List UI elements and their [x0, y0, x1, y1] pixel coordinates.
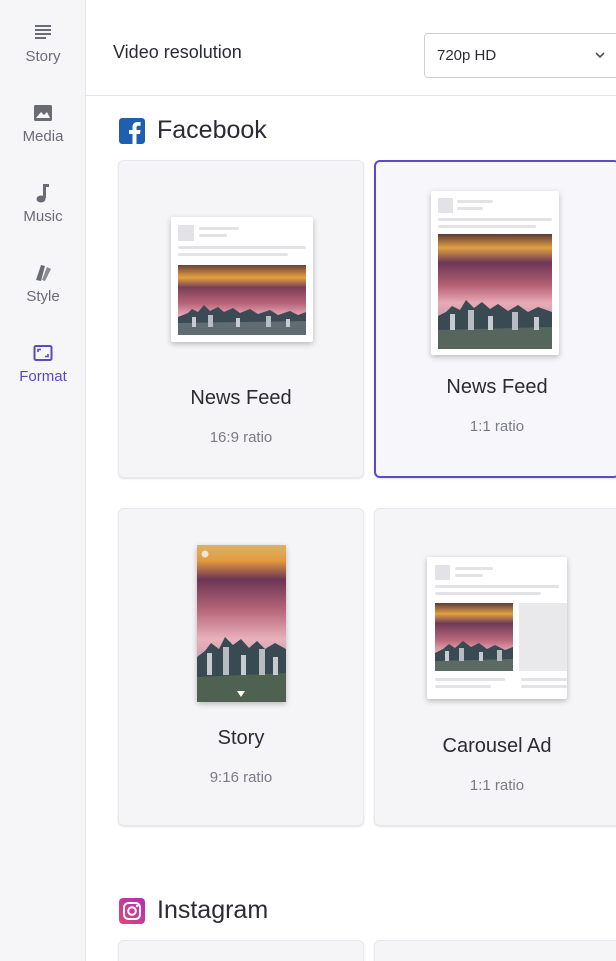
resolution-label: Video resolution — [113, 42, 242, 62]
sidebar: Story Media Music Style Format — [0, 0, 86, 961]
format-card-carousel-ad[interactable]: Carousel Ad 1:1 ratio — [374, 508, 616, 826]
card-ratio: 1:1 ratio — [469, 418, 525, 435]
image-icon — [34, 105, 52, 121]
card-ratio: 16:9 ratio — [209, 429, 273, 446]
sunset-photo — [197, 545, 286, 702]
sidebar-item-music[interactable]: Music — [0, 182, 86, 225]
sunset-photo — [178, 265, 306, 335]
sunset-photo — [438, 234, 552, 349]
sidebar-item-story[interactable]: Story — [0, 22, 86, 65]
sidebar-item-style[interactable]: Style — [0, 262, 86, 305]
sidebar-item-media[interactable]: Media — [0, 102, 86, 145]
card-name: Carousel Ad — [442, 735, 552, 757]
instagram-format-card[interactable] — [118, 940, 364, 961]
sidebar-item-label: Story — [25, 48, 61, 65]
card-name: News Feed — [446, 376, 548, 398]
sidebar-item-label: Music — [23, 208, 63, 225]
lines-icon — [35, 25, 51, 39]
news-feed-preview — [171, 217, 313, 342]
swatches-icon — [36, 265, 51, 281]
sunset-photo — [435, 603, 513, 671]
card-name: News Feed — [190, 387, 292, 409]
format-card-story[interactable]: Story 9:16 ratio — [118, 508, 364, 826]
resolution-value: 720p HD — [437, 47, 497, 64]
instagram-format-card[interactable] — [374, 940, 616, 961]
resolution-row: Video resolution 720p HD — [86, 0, 616, 96]
story-preview — [197, 545, 286, 702]
music-note-icon — [36, 184, 49, 203]
news-feed-square-preview — [431, 191, 559, 355]
resolution-select[interactable]: 720p HD — [424, 33, 616, 78]
instagram-title: Instagram — [157, 896, 269, 924]
sidebar-item-label: Media — [22, 128, 64, 145]
instagram-icon — [119, 898, 145, 924]
facebook-icon — [119, 118, 145, 144]
sidebar-item-label: Style — [26, 288, 60, 305]
format-card-news-feed-16-9[interactable]: News Feed 16:9 ratio — [118, 160, 364, 478]
frame-icon — [33, 345, 53, 361]
card-name: Story — [217, 727, 265, 749]
instagram-section-header: Instagram — [119, 896, 519, 926]
chevron-down-icon — [595, 52, 605, 59]
format-card-news-feed-1-1[interactable]: News Feed 1:1 ratio — [374, 160, 616, 478]
carousel-ad-preview — [427, 557, 567, 699]
card-ratio: 1:1 ratio — [469, 777, 525, 794]
facebook-title: Facebook — [157, 116, 267, 144]
format-panel: Video resolution 720p HD Facebook News F… — [86, 0, 616, 961]
card-ratio: 9:16 ratio — [209, 769, 273, 786]
sidebar-item-label: Format — [19, 368, 67, 385]
sidebar-item-format[interactable]: Format — [0, 342, 86, 385]
facebook-section-header: Facebook — [119, 116, 519, 146]
